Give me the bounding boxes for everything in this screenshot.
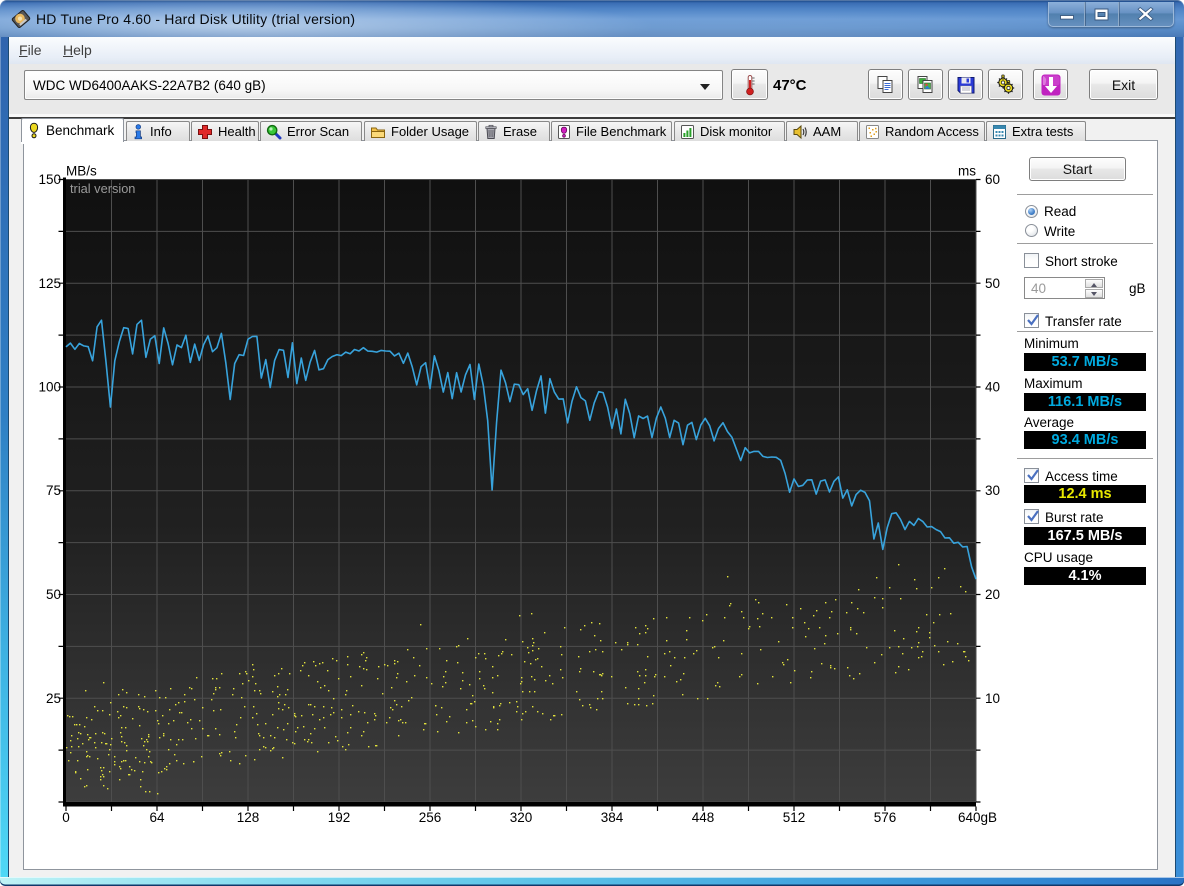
- svg-text:125: 125: [38, 276, 61, 291]
- svg-text:192: 192: [328, 810, 351, 825]
- svg-text:20: 20: [985, 587, 1000, 602]
- svg-text:576: 576: [874, 810, 897, 825]
- svg-text:25: 25: [46, 691, 61, 706]
- svg-text:30: 30: [985, 483, 1000, 498]
- svg-text:trial version: trial version: [70, 181, 135, 196]
- svg-text:40: 40: [985, 380, 1000, 395]
- svg-text:0: 0: [62, 810, 70, 825]
- svg-text:150: 150: [38, 172, 61, 187]
- svg-text:640gB: 640gB: [958, 810, 997, 825]
- svg-text:320: 320: [510, 810, 533, 825]
- svg-text:50: 50: [985, 276, 1000, 291]
- svg-text:384: 384: [601, 810, 624, 825]
- svg-text:10: 10: [985, 691, 1000, 706]
- svg-text:100: 100: [38, 380, 61, 395]
- svg-text:256: 256: [419, 810, 442, 825]
- svg-text:50: 50: [46, 587, 61, 602]
- svg-text:60: 60: [985, 172, 1000, 187]
- svg-text:64: 64: [149, 810, 165, 825]
- svg-text:75: 75: [46, 483, 61, 498]
- svg-text:128: 128: [237, 810, 260, 825]
- svg-text:512: 512: [783, 810, 806, 825]
- svg-text:MB/s: MB/s: [66, 164, 97, 179]
- svg-text:ms: ms: [958, 164, 976, 179]
- svg-text:448: 448: [692, 810, 715, 825]
